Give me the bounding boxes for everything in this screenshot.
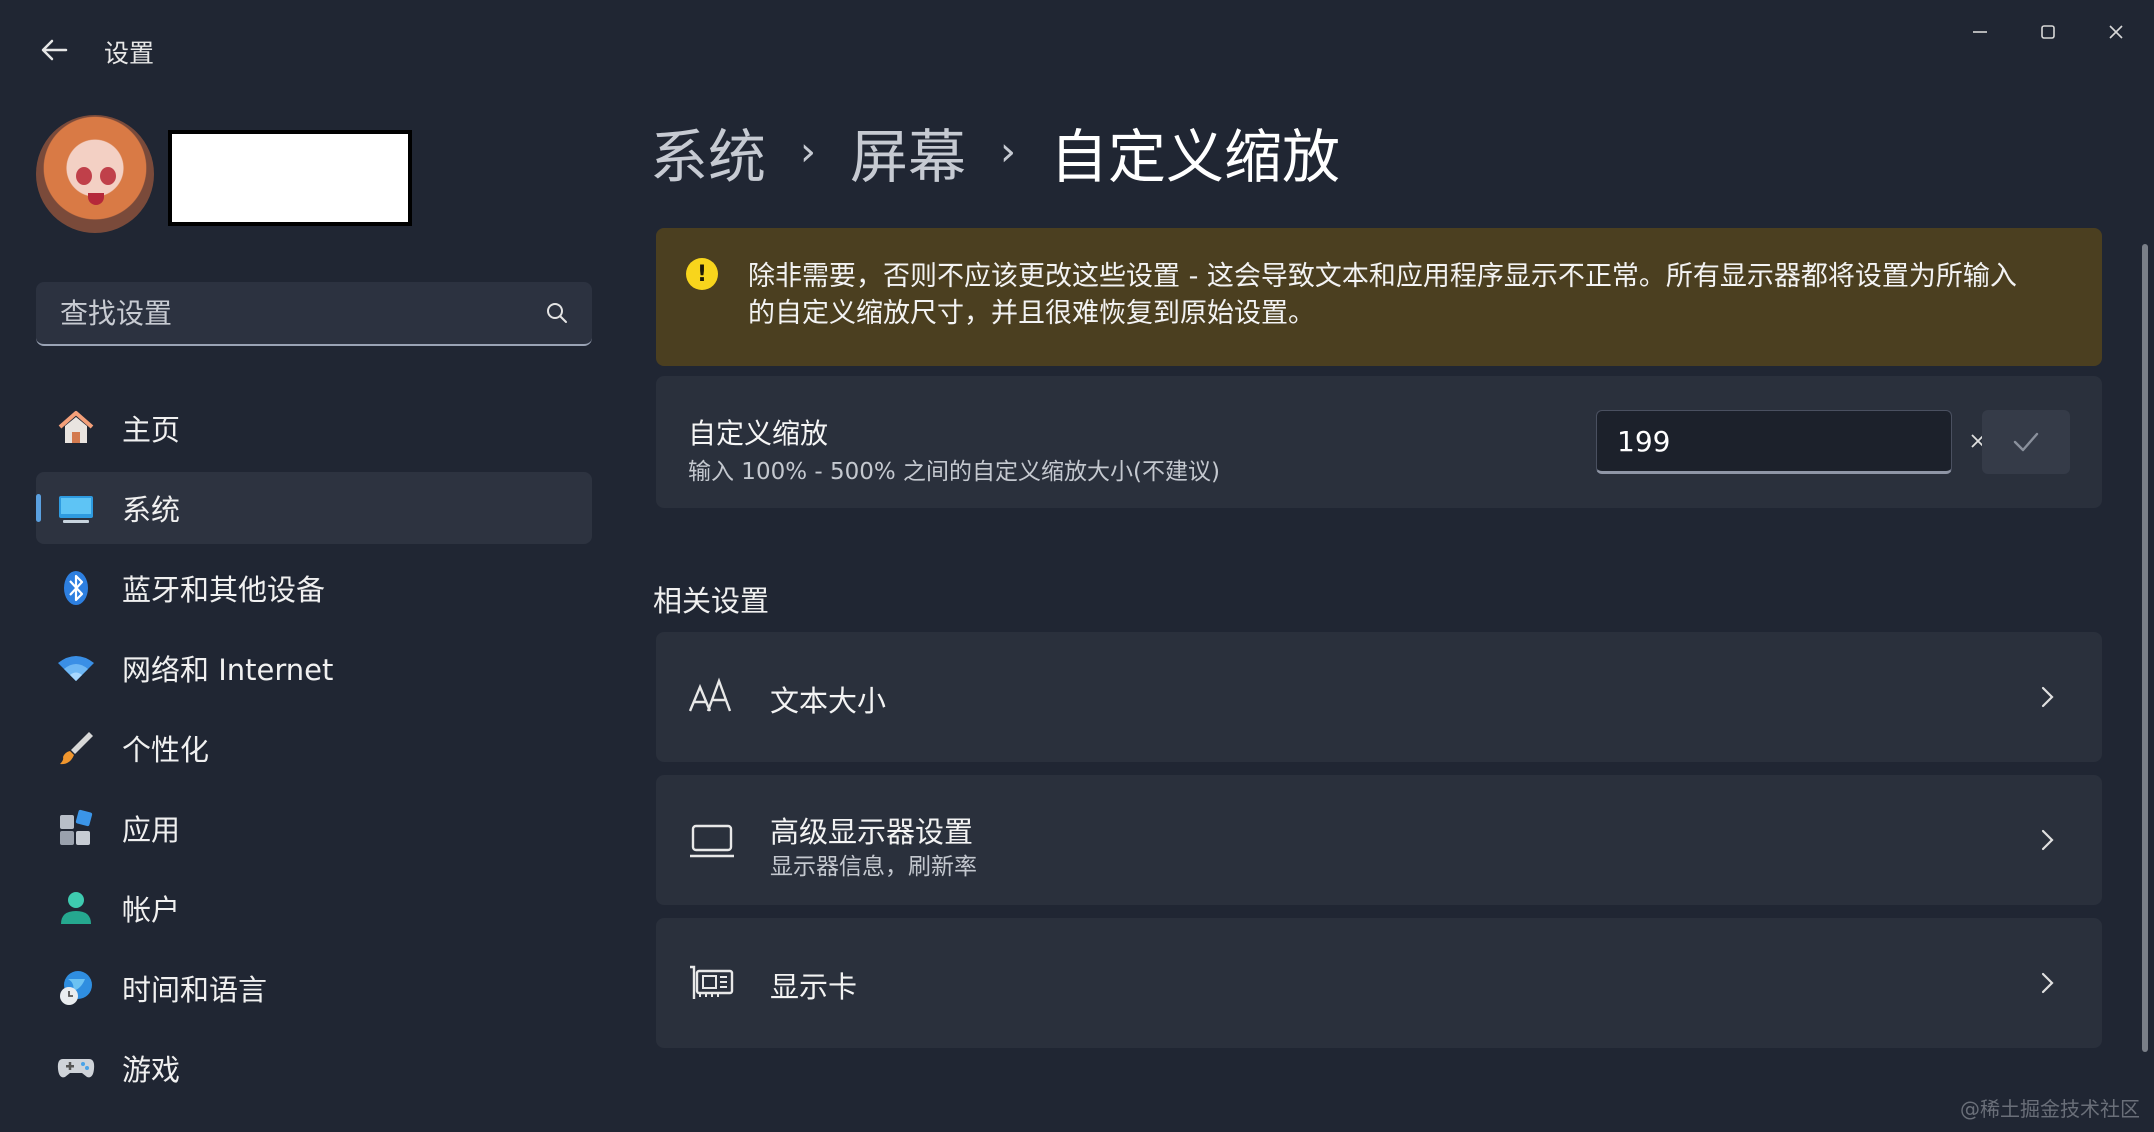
sidebar-item-label: 系统 (122, 493, 181, 527)
wifi-icon (54, 646, 98, 690)
account-icon (54, 886, 98, 930)
warning-text: 除非需要，否则不应该更改这些设置 - 这会导致文本和应用程序显示不正常。所有显示… (748, 258, 2062, 332)
settings-window: 设置 主页 (0, 0, 2154, 1132)
breadcrumb-separator: › (1000, 129, 1017, 175)
monitor-icon (686, 814, 738, 866)
search-input[interactable] (58, 295, 544, 331)
custom-scaling-description: 输入 100% - 500% 之间的自定义缩放大小(不建议) (688, 459, 1220, 485)
scrollbar[interactable] (2142, 244, 2148, 1052)
scaling-input-box[interactable] (1596, 410, 1985, 474)
scaling-input[interactable] (1615, 423, 1968, 459)
related-settings-title: 相关设置 (653, 584, 770, 618)
sidebar-item-label: 蓝牙和其他设备 (122, 573, 326, 607)
sidebar-item-label: 网络和 Internet (122, 653, 334, 687)
sidebar-item-home[interactable]: 主页 (36, 392, 592, 464)
globe-clock-icon (54, 966, 98, 1010)
breadcrumb: 系统 › 屏幕 › 自定义缩放 (650, 110, 1340, 194)
bluetooth-icon (54, 566, 98, 610)
close-button[interactable] (2086, 10, 2146, 54)
text-size-icon (686, 671, 738, 723)
sidebar-item-gaming[interactable]: 游戏 (36, 1032, 592, 1104)
sidebar-item-personalization[interactable]: 个性化 (36, 712, 592, 784)
sidebar-item-label: 应用 (122, 813, 181, 847)
related-item-title: 文本大小 (770, 684, 887, 718)
breadcrumb-item-system[interactable]: 系统 (650, 110, 766, 194)
checkmark-icon (2013, 432, 2039, 452)
chevron-right-icon (2032, 968, 2062, 998)
warning-banner: ! 除非需要，否则不应该更改这些设置 - 这会导致文本和应用程序显示不正常。所有… (656, 228, 2102, 366)
related-item-title: 高级显示器设置 (770, 815, 974, 849)
chevron-right-icon (2032, 682, 2062, 712)
minimize-button[interactable] (1950, 10, 2010, 54)
sidebar-item-network[interactable]: 网络和 Internet (36, 632, 592, 704)
system-display-icon (54, 486, 98, 530)
related-item-text-size[interactable]: 文本大小 (656, 632, 2102, 762)
watermark: @稀土掘金技术社区 (1960, 1097, 2140, 1121)
sidebar-item-label: 时间和语言 (122, 973, 268, 1007)
home-icon (54, 406, 98, 450)
graphics-card-icon (686, 957, 738, 1009)
sidebar-item-label: 游戏 (122, 1053, 181, 1087)
sidebar-item-bluetooth[interactable]: 蓝牙和其他设备 (36, 552, 592, 624)
back-arrow-icon (41, 39, 68, 61)
sidebar-item-label: 帐户 (122, 893, 181, 927)
back-button[interactable] (34, 30, 74, 70)
maximize-icon (2041, 25, 2055, 39)
sidebar-item-system[interactable]: 系统 (36, 472, 592, 544)
related-item-subtitle: 显示器信息，刷新率 (770, 854, 977, 880)
app-title: 设置 (104, 39, 155, 68)
apply-button[interactable] (1982, 410, 2070, 474)
redacted-username (168, 130, 412, 226)
paintbrush-icon (54, 726, 98, 770)
close-icon (2109, 25, 2123, 39)
custom-scaling-title: 自定义缩放 (688, 417, 829, 450)
avatar-mouth (88, 193, 104, 205)
gamepad-icon (54, 1046, 98, 1090)
avatar-eye (100, 167, 116, 185)
title-bar: 设置 (0, 0, 2154, 90)
apps-icon (54, 806, 98, 850)
search-box[interactable] (36, 282, 592, 346)
custom-scaling-card: 自定义缩放 输入 100% - 500% 之间的自定义缩放大小(不建议) (656, 376, 2102, 508)
exclamation-icon: ! (686, 258, 718, 290)
maximize-button[interactable] (2018, 10, 2078, 54)
sidebar-item-accounts[interactable]: 帐户 (36, 872, 592, 944)
minimize-icon (1973, 31, 1987, 33)
sidebar-item-apps[interactable]: 应用 (36, 792, 592, 864)
sidebar-item-time-language[interactable]: 时间和语言 (36, 952, 592, 1024)
sidebar-nav: 主页 系统 蓝牙和其他设备 网络和 Internet 个性化 应用 帐户 时间和… (36, 392, 592, 1112)
related-item-graphics[interactable]: 显示卡 (656, 918, 2102, 1048)
warning-line-1: 除非需要，否则不应该更改这些设置 - 这会导致文本和应用程序显示不正常。所有显示… (748, 261, 2017, 292)
sidebar-item-label: 主页 (122, 413, 181, 447)
search-icon[interactable] (544, 300, 570, 326)
related-item-advanced-display[interactable]: 高级显示器设置 显示器信息，刷新率 (656, 775, 2102, 905)
related-item-title: 显示卡 (770, 970, 858, 1004)
breadcrumb-separator: › (800, 129, 817, 175)
sidebar-item-label: 个性化 (122, 733, 210, 767)
avatar[interactable] (36, 115, 154, 233)
page-title: 自定义缩放 (1050, 123, 1341, 191)
warning-line-2: 的自定义缩放尺寸，并且很难恢复到原始设置。 (748, 298, 1315, 329)
chevron-right-icon (2032, 825, 2062, 855)
avatar-eye (76, 167, 92, 185)
breadcrumb-item-display[interactable]: 屏幕 (850, 110, 966, 194)
